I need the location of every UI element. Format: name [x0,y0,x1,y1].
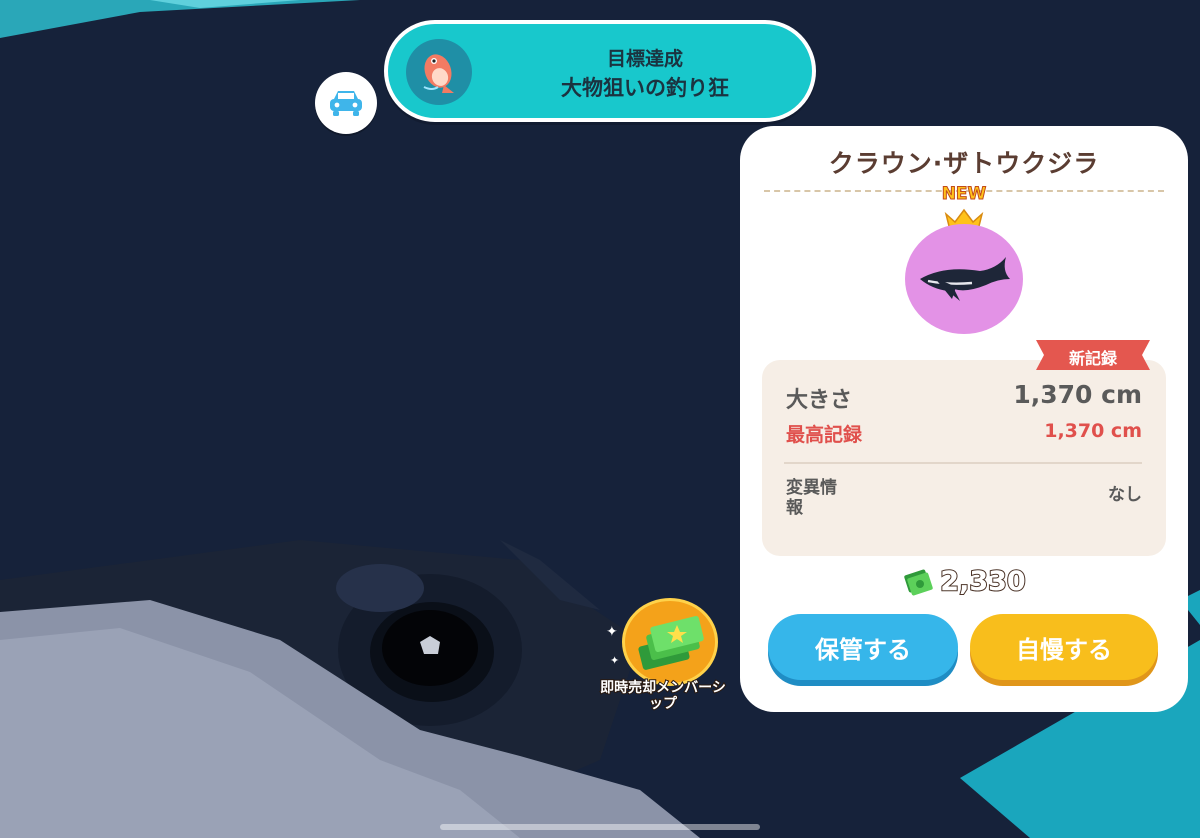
fish-name: クラウン·ザトウクジラ [828,149,1100,178]
best-record-value: 1,370 cm [1044,420,1142,442]
best-record-label: 最高記録 [786,424,863,446]
home-indicator[interactable] [440,824,760,830]
new-badge: NEW [941,184,987,205]
banner-subtitle: 大物狙いの釣り狂 [561,76,729,100]
whale-icon [920,257,1010,301]
store-button[interactable]: 保管する [768,614,958,680]
fish-icon [406,39,472,105]
car-icon [330,91,362,116]
sell-price: 2,330 [740,565,1188,598]
membership-label: 即時売却メンバーシップ [599,679,727,713]
sparkle-icon: ✦ [606,624,618,640]
price-value: 2,330 [939,565,1026,598]
catch-result-card: クラウン·ザトウクジラ NEW 新記録 大きさ 1,370 cm 最高記録 1,… [740,126,1188,712]
cash-icon [904,569,934,595]
info-separator [784,462,1142,464]
car-button[interactable] [315,72,377,134]
instant-sell-membership-button[interactable]: ✦ ✦ 即時売却メンバーシップ [599,598,727,718]
sparkle-icon: ✦ [610,654,620,667]
boast-button[interactable]: 自慢する [970,614,1158,680]
fish-portrait [905,224,1023,334]
size-label: 大きさ [786,388,853,413]
mutation-label: 変異情報 [786,478,837,518]
size-value: 1,370 cm [1013,380,1142,409]
banner-title: 目標達成 [606,48,683,70]
new-record-ribbon [1036,340,1150,370]
money-stack-icon [622,598,718,686]
mutation-value: なし [1108,485,1142,505]
achievement-banner: 目標達成 大物狙いの釣り狂 [384,20,816,122]
